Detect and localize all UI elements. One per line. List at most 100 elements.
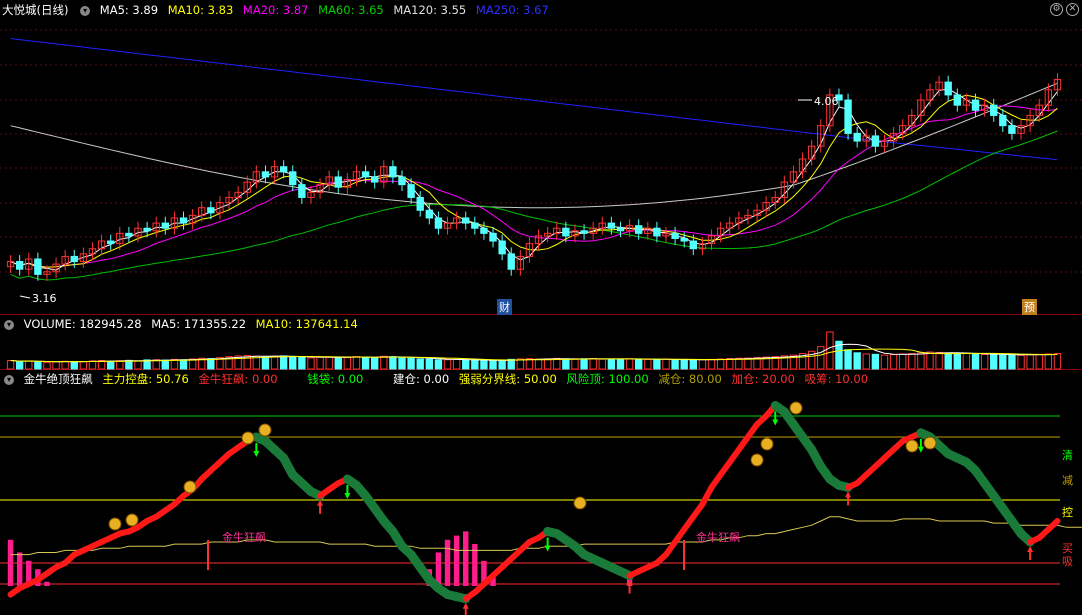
candle-body — [434, 217, 443, 229]
volume-bar — [726, 358, 734, 370]
accumulation-bar — [16, 552, 23, 586]
volume-bar — [889, 354, 898, 370]
candle-body — [398, 176, 406, 186]
candle-body — [562, 227, 570, 237]
candle-body — [990, 104, 998, 116]
candle-body — [498, 240, 506, 255]
candle-body — [944, 81, 952, 96]
accumulation-bar — [444, 539, 451, 586]
volume-bar — [908, 353, 916, 370]
volume-bar — [361, 356, 370, 370]
level-label-qing: 清 — [1062, 449, 1073, 462]
volume-bar — [853, 352, 861, 370]
candle-body — [635, 225, 643, 234]
volume-bar — [43, 361, 51, 370]
volume-ma5-line — [10, 343, 1058, 363]
volume-bar — [261, 356, 270, 370]
candle-body — [107, 240, 115, 245]
ma5-line — [10, 88, 1058, 271]
volume-bar — [580, 358, 588, 370]
jinniu-mark-2: 金牛狂飙 — [696, 531, 740, 544]
candle-body — [480, 227, 488, 234]
level-label-jian: 减 — [1062, 474, 1073, 487]
candle-body — [489, 232, 497, 242]
volume-bar — [980, 354, 989, 370]
volume-bar — [689, 359, 697, 370]
event-marker-yu[interactable]: 预 — [1022, 299, 1037, 315]
volume-bar — [817, 346, 825, 370]
money-bag-icon — [573, 496, 587, 510]
volume-bar — [698, 359, 707, 370]
volume-bar — [944, 352, 952, 370]
volume-bar — [990, 353, 998, 370]
volume-bar — [380, 355, 388, 370]
money-bag-icon — [241, 431, 255, 445]
volume-bar — [1044, 353, 1053, 370]
volume-bar — [416, 358, 424, 370]
volume-bar — [899, 353, 907, 370]
chart-canvas[interactable] — [0, 0, 1082, 615]
candle-body — [34, 258, 42, 275]
candle-body — [334, 176, 342, 188]
money-bag-icon — [258, 423, 272, 437]
volume-bar — [116, 360, 124, 370]
candle-body — [853, 132, 861, 142]
volume-bar — [707, 358, 716, 370]
volume-bar — [1026, 354, 1034, 370]
event-marker-cai[interactable]: 财 — [497, 299, 512, 315]
low-price-label: 3.16 — [32, 292, 57, 305]
accumulation-bar — [462, 531, 469, 586]
volume-bar — [1035, 353, 1043, 370]
volume-bar — [134, 360, 142, 370]
volume-bar — [498, 359, 506, 370]
volume-bar — [179, 359, 188, 370]
candle-body — [607, 222, 616, 229]
volume-bar — [343, 357, 352, 370]
volume-bar — [443, 359, 452, 370]
volume-bar — [88, 360, 97, 370]
volume-bar — [917, 352, 925, 370]
volume-bar — [862, 353, 870, 370]
ma20-line — [10, 105, 1058, 268]
volume-bar — [826, 331, 834, 370]
volume-bar — [462, 359, 470, 370]
volume-bar — [962, 353, 971, 370]
volume-bar — [15, 361, 24, 370]
jinniu-mark-1: 金牛狂飙 — [222, 531, 266, 544]
volume-bar — [871, 353, 880, 370]
ma250-line — [10, 38, 1058, 161]
candle-body — [279, 166, 288, 173]
accumulation-bar — [7, 539, 14, 586]
candle-body — [161, 222, 169, 229]
volume-bar — [298, 356, 306, 370]
volume-bar — [352, 356, 361, 370]
ma120-line — [10, 82, 1058, 209]
volume-bar — [999, 354, 1007, 370]
candle-body — [407, 184, 415, 198]
candle-body — [261, 171, 270, 178]
volume-bar — [34, 361, 42, 370]
volume-bar — [480, 360, 488, 370]
candle-body — [179, 217, 188, 224]
volume-bar — [616, 358, 625, 370]
volume-bar — [534, 358, 543, 370]
volume-bar — [662, 358, 670, 370]
candle-body — [416, 196, 424, 211]
high-price-label: 4.06 — [814, 95, 839, 108]
money-bag-icon — [183, 480, 197, 494]
volume-bar — [316, 356, 324, 370]
volume-bar — [61, 360, 69, 370]
candle-body — [971, 99, 980, 111]
money-bag-icon — [108, 517, 122, 531]
volume-bar — [1017, 354, 1025, 370]
volume-bar — [471, 359, 479, 370]
volume-bar — [207, 358, 215, 370]
level-label-xi: 吸 — [1062, 555, 1073, 568]
volume-bar — [562, 358, 570, 370]
volume-bar — [371, 356, 379, 370]
volume-bar — [70, 360, 78, 370]
money-bag-icon — [760, 437, 774, 451]
volume-bar — [279, 355, 288, 370]
candle-body — [999, 114, 1007, 127]
volume-bar — [671, 359, 679, 370]
